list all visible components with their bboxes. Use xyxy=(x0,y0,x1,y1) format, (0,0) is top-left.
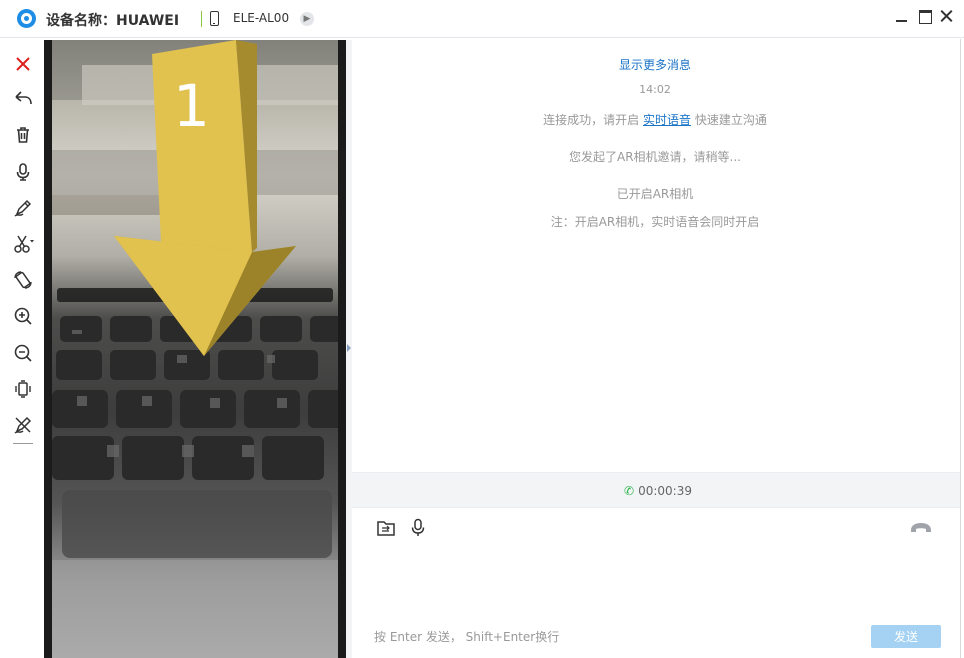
microphone-icon[interactable] xyxy=(408,518,428,538)
call-status-bar: ✆ 00:00:39 xyxy=(352,472,960,508)
folder-icon[interactable] xyxy=(376,518,396,538)
system-message-ar-invite: 您发起了AR相机邀请，请稍等... xyxy=(569,150,741,164)
message-timestamp: 14:02 xyxy=(639,83,671,96)
device-model-label: ELE-AL00 xyxy=(233,11,290,25)
pen-icon[interactable] xyxy=(12,197,34,219)
system-message-connected: 连接成功，请开启 实时语音 快速建立沟通 xyxy=(352,111,958,128)
ar-camera-view[interactable]: 1 xyxy=(44,40,346,658)
zoom-out-icon[interactable] xyxy=(12,342,34,364)
chevron-right-icon[interactable]: ▶ xyxy=(300,12,314,26)
input-hint: 按 Enter 发送， Shift+Enter换行 xyxy=(374,630,560,644)
system-message-ar-opened: 已开启AR相机 xyxy=(616,187,694,201)
camera-scene: 1 xyxy=(52,40,338,658)
connect-suffix: 快速建立沟通 xyxy=(694,113,767,127)
connect-prefix: 连接成功，请开启 xyxy=(543,113,640,127)
title-bar: 设备名称：HUAWEI ELE-AL00 ▶ xyxy=(0,0,964,38)
right-border xyxy=(960,39,961,658)
zoom-in-icon[interactable] xyxy=(12,305,34,327)
call-duration: ✆ 00:00:39 xyxy=(624,484,692,498)
call-phone-icon: ✆ xyxy=(624,484,635,498)
call-duration-text: 00:00:39 xyxy=(638,484,692,498)
camera-feed: 1 xyxy=(52,40,338,658)
close-icon[interactable] xyxy=(12,53,34,75)
title-separator xyxy=(201,11,202,27)
collapse-arrow-icon[interactable] xyxy=(347,344,351,352)
undo-icon[interactable] xyxy=(12,87,34,109)
no-pen-icon[interactable] xyxy=(12,414,34,436)
vibrate-icon[interactable] xyxy=(12,378,34,400)
device-name-label: 设备名称：HUAWEI xyxy=(46,13,180,29)
phone-icon xyxy=(210,11,219,26)
app-logo-icon xyxy=(17,9,36,28)
scissors-icon[interactable] xyxy=(12,233,34,255)
send-button[interactable]: 发送 xyxy=(871,625,941,648)
system-message-ar-note: 注：开启AR相机，实时语音会同时开启 xyxy=(550,215,760,229)
toolbar-divider xyxy=(13,443,33,444)
trash-icon[interactable] xyxy=(12,124,34,146)
chat-panel: 显示更多消息 14:02 连接成功，请开启 实时语音 快速建立沟通 您发起了AR… xyxy=(352,40,960,658)
ar-overlay-number: 1 xyxy=(173,72,210,140)
minimize-button[interactable] xyxy=(893,7,911,25)
tool-bar xyxy=(0,39,44,658)
microphone-icon[interactable] xyxy=(12,161,34,183)
rotate-icon[interactable] xyxy=(12,269,34,291)
close-window-button[interactable] xyxy=(938,7,956,25)
realtime-voice-link[interactable]: 实时语音 xyxy=(643,113,691,127)
maximize-button[interactable] xyxy=(916,7,934,25)
hangup-icon[interactable] xyxy=(910,520,932,534)
show-more-link[interactable]: 显示更多消息 xyxy=(352,56,958,73)
